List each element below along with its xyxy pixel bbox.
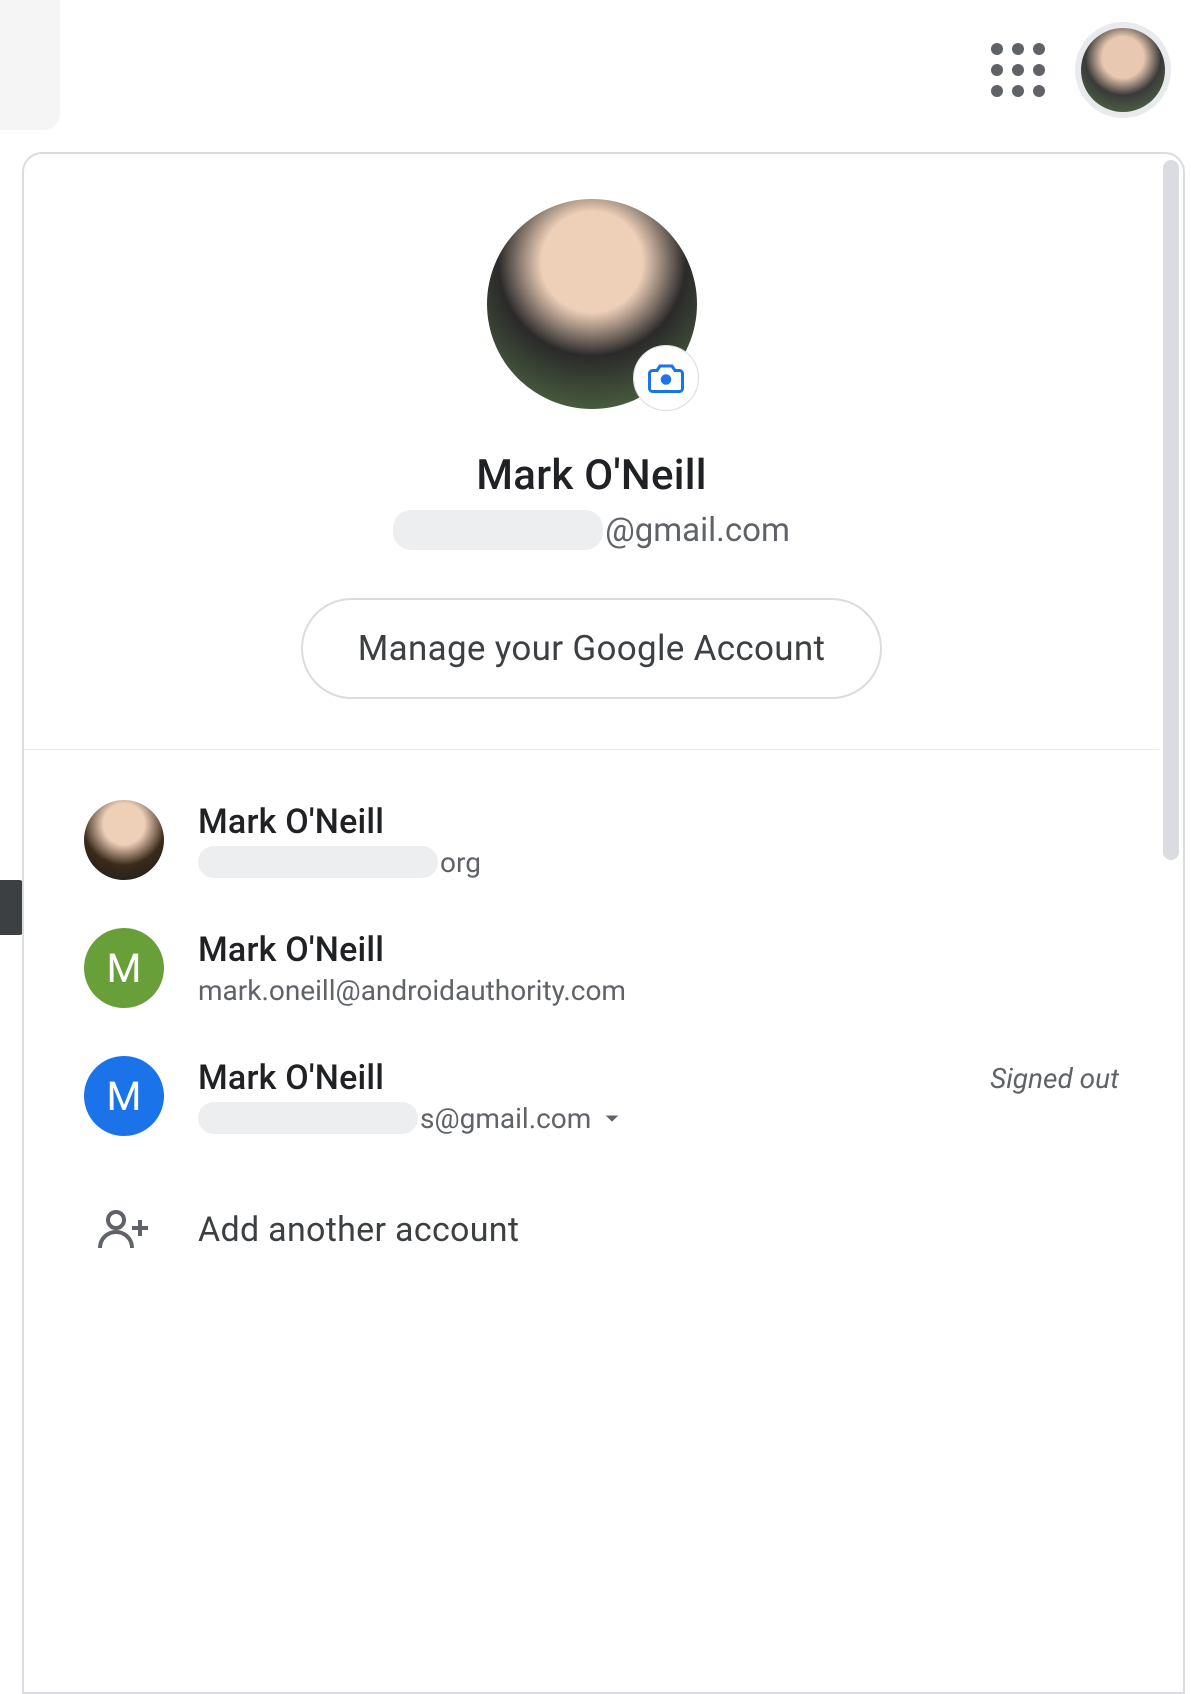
account-avatar	[84, 800, 164, 880]
other-accounts-list: Mark O'Neill org M Mark O'Neill mark.one…	[24, 750, 1159, 1326]
account-email: s@gmail.com	[198, 1102, 956, 1135]
manage-account-button[interactable]: Manage your Google Account	[301, 598, 882, 699]
account-row[interactable]: M Mark O'Neill s@gmail.com Signed out	[24, 1032, 1159, 1160]
add-account-label: Add another account	[198, 1210, 519, 1250]
corner-decor	[0, 0, 60, 130]
add-account-button[interactable]: Add another account	[24, 1160, 1159, 1300]
redacted-email-prefix	[198, 1102, 418, 1134]
top-bar	[0, 0, 1191, 140]
chevron-down-icon	[597, 1103, 627, 1133]
email-suffix: @gmail.com	[605, 511, 790, 550]
account-name: Mark O'Neill	[198, 1058, 956, 1098]
apps-grid-icon[interactable]	[991, 43, 1045, 97]
account-avatar: M	[84, 1056, 164, 1136]
account-name: Mark O'Neill	[198, 930, 1119, 970]
change-photo-button[interactable]	[633, 345, 699, 411]
scrollbar[interactable]	[1163, 160, 1179, 860]
account-status: Signed out	[990, 1056, 1119, 1095]
profile-avatar-wrap	[487, 199, 697, 409]
current-account-email: @gmail.com	[393, 510, 790, 550]
current-account-name: Mark O'Neill	[476, 451, 707, 500]
avatar-image	[1081, 28, 1165, 112]
account-email: org	[198, 846, 1119, 879]
redacted-email-prefix	[198, 846, 438, 878]
account-email: mark.oneill@androidauthority.com	[198, 974, 626, 1007]
account-switcher-panel: Mark O'Neill @gmail.com Manage your Goog…	[22, 152, 1185, 1694]
account-name: Mark O'Neill	[198, 802, 1119, 842]
email-suffix: org	[440, 846, 481, 879]
account-avatar: M	[84, 928, 164, 1008]
account-avatar-button[interactable]	[1075, 22, 1171, 118]
person-add-icon	[98, 1209, 150, 1251]
redacted-email-prefix	[393, 510, 603, 550]
account-row[interactable]: M Mark O'Neill mark.oneill@androidauthor…	[24, 904, 1159, 1032]
camera-icon	[648, 363, 684, 393]
email-suffix: s@gmail.com	[420, 1102, 591, 1135]
account-row[interactable]: Mark O'Neill org	[24, 776, 1159, 904]
current-account-section: Mark O'Neill @gmail.com Manage your Goog…	[24, 154, 1159, 749]
